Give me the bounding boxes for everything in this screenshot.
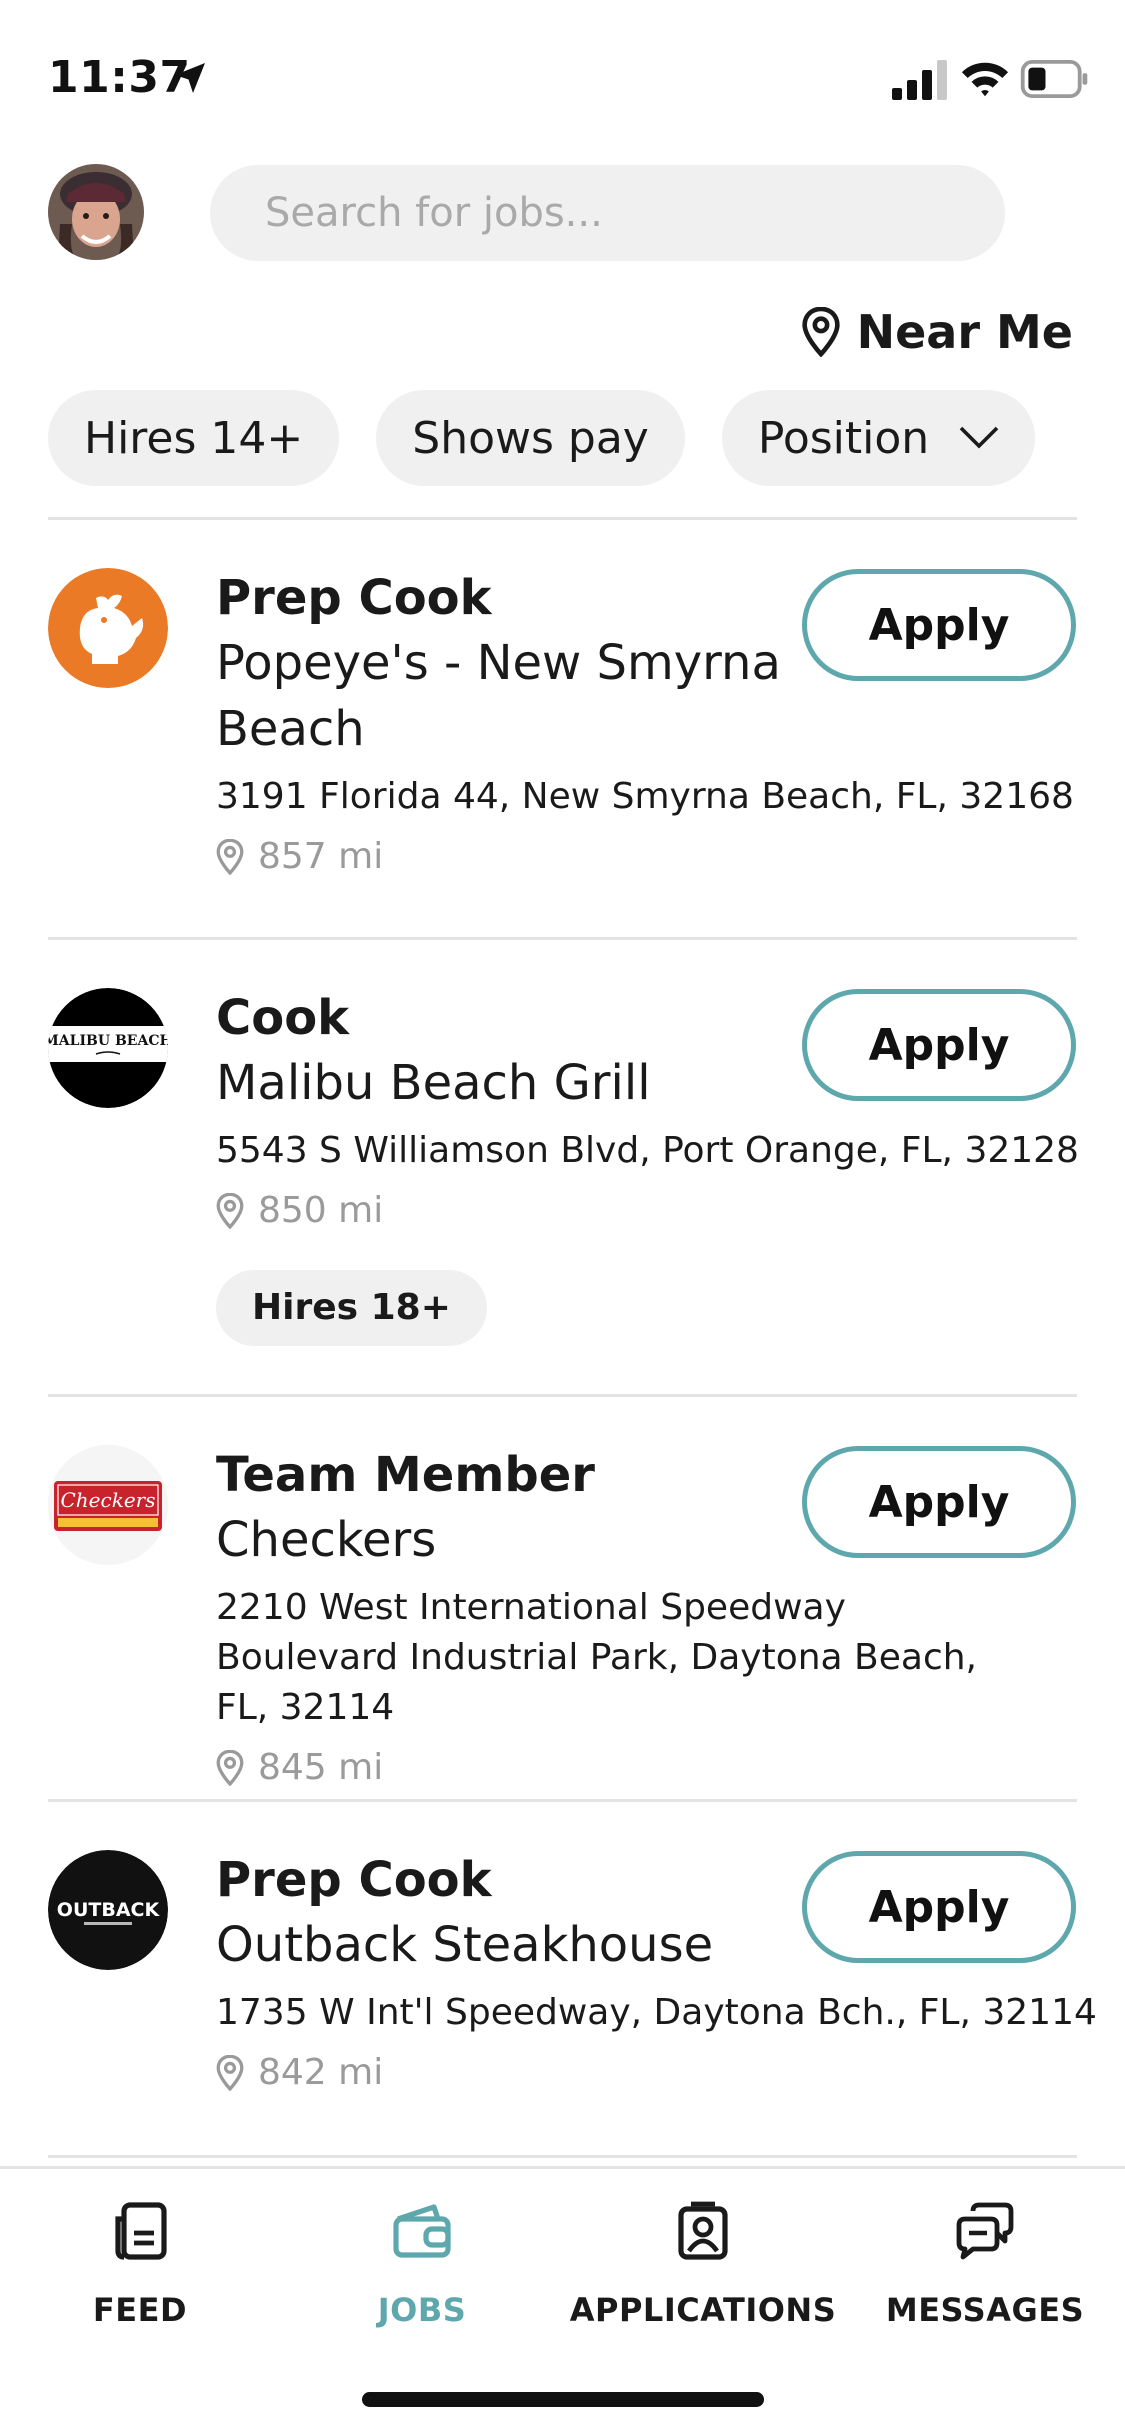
logo-text: OUTBACK: [57, 1899, 161, 1921]
applications-icon: [678, 2201, 728, 2260]
map-pin-icon: [216, 1750, 244, 1786]
near-me-label: Near Me: [856, 305, 1073, 359]
job-distance-label: 857 mi: [258, 836, 384, 877]
profile-photo: [48, 164, 144, 260]
map-pin-icon: [216, 1193, 244, 1229]
malibu-beach-grill-logo: MALIBU BEACH: [48, 988, 168, 1108]
job-distance: 850 mi: [216, 1186, 1079, 1236]
tab-applications[interactable]: APPLICATIONS: [563, 2199, 843, 2329]
filter-chip-label: Hires 14+: [84, 412, 304, 464]
job-distance: 845 mi: [216, 1743, 1036, 1793]
avatar[interactable]: [48, 164, 144, 260]
tab-label: FEED: [92, 2291, 188, 2329]
tab-jobs[interactable]: JOBS: [282, 2199, 562, 2329]
divider: [48, 2155, 1077, 2158]
job-distance-label: 842 mi: [258, 2052, 384, 2093]
location-arrow-icon: [175, 63, 205, 93]
job-address: 3191 Florida 44, New Smyrna Beach, FL, 3…: [216, 776, 1074, 817]
tab-label: MESSAGES: [885, 2291, 1085, 2329]
job-address: 5543 S Williamson Blvd, Port Orange, FL,…: [216, 1130, 1079, 1171]
cellular-signal-icon: [892, 60, 947, 100]
home-indicator[interactable]: [362, 2392, 764, 2407]
job-distance-label: 850 mi: [258, 1190, 384, 1231]
popeyes-logo: [48, 568, 168, 688]
search-input[interactable]: [210, 165, 1005, 261]
job-distance-label: 845 mi: [258, 1747, 384, 1788]
near-me-location-button[interactable]: Near Me: [801, 305, 1073, 359]
filter-chips: Hires 14+ Shows pay Position: [48, 390, 1036, 486]
map-pin-icon: [216, 2055, 244, 2091]
apply-button[interactable]: Apply: [802, 569, 1076, 681]
wifi-icon: [961, 62, 1009, 97]
logo-text: Checkers: [61, 1488, 156, 1512]
checkers-logo: Checkers: [48, 1445, 168, 1565]
job-company: Popeye's - New Smyrna Beach: [216, 635, 781, 757]
map-pin-icon: [216, 839, 244, 875]
status-time: 11:37: [48, 52, 191, 103]
divider: [48, 517, 1077, 520]
status-bar: 11:37: [0, 0, 1125, 160]
filter-chip-hires-14[interactable]: Hires 14+: [48, 390, 340, 486]
filter-chip-shows-pay[interactable]: Shows pay: [376, 390, 685, 486]
divider: [48, 937, 1077, 940]
map-pin-icon: [801, 307, 840, 357]
filter-chip-position[interactable]: Position: [721, 390, 1036, 486]
wallet-icon: [393, 2204, 451, 2258]
logo-text: MALIBU BEACH: [48, 1033, 168, 1049]
job-distance: 857 mi: [216, 832, 1074, 882]
apply-button[interactable]: Apply: [802, 989, 1076, 1101]
job-address: 1735 W Int'l Speedway, Daytona Bch., FL,…: [216, 1992, 1097, 2033]
divider: [48, 1799, 1077, 1802]
filter-chip-label: Shows pay: [412, 412, 649, 464]
tab-label: JOBS: [377, 2291, 467, 2329]
battery-icon: [1020, 60, 1088, 98]
filter-chip-label: Position: [757, 412, 930, 464]
feed-icon: [115, 2202, 167, 2260]
messages-icon: [956, 2202, 1014, 2260]
hires-age-badge: Hires 18+: [216, 1270, 487, 1346]
job-address: 2210 West International Speedway Bouleva…: [216, 1587, 977, 1728]
tab-feed[interactable]: FEED: [0, 2199, 280, 2329]
tab-label: APPLICATIONS: [569, 2291, 837, 2329]
divider: [48, 1394, 1077, 1397]
apply-button[interactable]: Apply: [802, 1446, 1076, 1558]
apply-button[interactable]: Apply: [802, 1851, 1076, 1963]
tab-messages[interactable]: MESSAGES: [845, 2199, 1125, 2329]
search-bar[interactable]: [210, 165, 1005, 261]
job-distance: 842 mi: [216, 2048, 1097, 2098]
chevron-down-icon: [959, 426, 999, 449]
outback-logo: OUTBACK: [48, 1850, 168, 1970]
